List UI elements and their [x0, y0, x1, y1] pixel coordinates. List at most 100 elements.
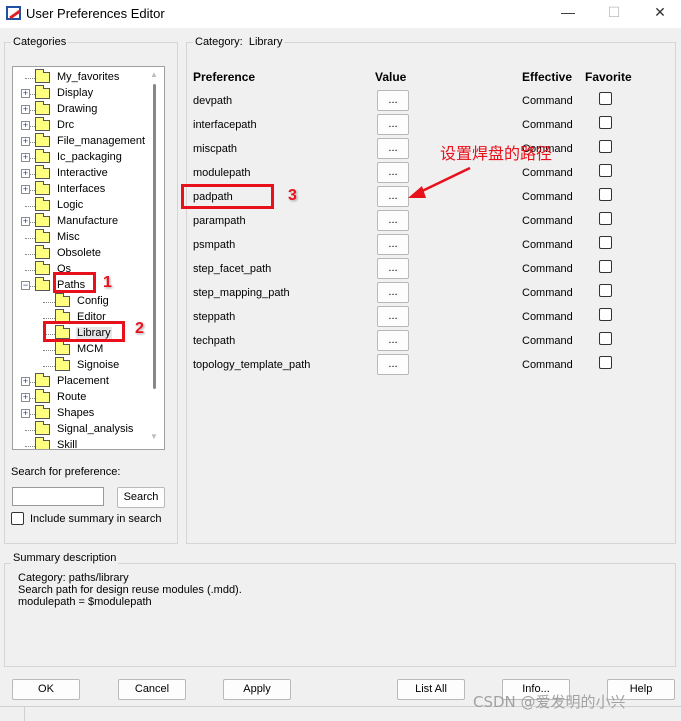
folder-icon	[35, 181, 50, 195]
tree-item-drc[interactable]: + Drc	[13, 117, 153, 134]
favorite-checkbox[interactable]	[599, 260, 612, 273]
value-browse-button[interactable]: ...	[377, 330, 409, 351]
tree-item-label: Ic_packaging	[57, 151, 122, 163]
maximize-button[interactable]: ☐	[599, 4, 629, 21]
header-effective: Effective	[522, 70, 573, 84]
value-browse-button[interactable]: ...	[377, 138, 409, 159]
tree-item-misc[interactable]: Misc	[13, 229, 153, 246]
folder-icon	[35, 133, 50, 147]
tree-item-my_favorites[interactable]: My_favorites	[13, 69, 153, 86]
expand-icon[interactable]: +	[21, 217, 30, 226]
expand-icon[interactable]: +	[21, 185, 30, 194]
expand-icon[interactable]: +	[21, 169, 30, 178]
value-browse-button[interactable]: ...	[377, 114, 409, 135]
favorite-checkbox[interactable]	[599, 164, 612, 177]
tree-item-mcm[interactable]: MCM	[13, 341, 153, 358]
preference-row: step_mapping_path... Command	[193, 282, 673, 309]
expand-icon[interactable]: +	[21, 121, 30, 130]
folder-icon	[35, 277, 50, 291]
watermark: CSDN @爱发明的小兴	[473, 693, 626, 711]
value-browse-button[interactable]: ...	[377, 306, 409, 327]
scrollbar-thumb[interactable]	[153, 84, 156, 389]
app-icon	[6, 6, 21, 20]
value-browse-button[interactable]: ...	[377, 234, 409, 255]
tree-item-drawing[interactable]: + Drawing	[13, 101, 153, 118]
favorite-checkbox[interactable]	[599, 308, 612, 321]
tree-item-label: Signal_analysis	[57, 423, 134, 435]
tree-item-skill[interactable]: Skill	[13, 437, 153, 449]
value-browse-button[interactable]: ...	[377, 282, 409, 303]
tree-item-manufacture[interactable]: + Manufacture	[13, 213, 153, 230]
annotation-number-2: 2	[135, 320, 144, 337]
tree-item-ic_packaging[interactable]: + Ic_packaging	[13, 149, 153, 166]
tree-item-label: Placement	[57, 375, 109, 387]
favorite-checkbox[interactable]	[599, 92, 612, 105]
folder-icon	[35, 373, 50, 387]
header-value: Value	[375, 70, 407, 84]
preference-name: steppath	[193, 311, 236, 323]
annotation-number-3: 3	[288, 187, 297, 204]
folder-icon	[35, 229, 50, 243]
window-title: User Preferences Editor	[26, 6, 165, 21]
apply-button[interactable]: Apply	[223, 679, 291, 700]
cancel-button[interactable]: Cancel	[118, 679, 186, 700]
tree-item-placement[interactable]: + Placement	[13, 373, 153, 390]
expand-icon[interactable]: +	[21, 137, 30, 146]
expand-icon[interactable]: +	[21, 393, 30, 402]
tree-item-shapes[interactable]: + Shapes	[13, 405, 153, 422]
expand-icon[interactable]: +	[21, 105, 30, 114]
tree-item-label: Config	[77, 295, 109, 307]
tree-item-label: Signoise	[77, 359, 120, 371]
tree-item-label: Interfaces	[57, 183, 106, 195]
tree-item-signoise[interactable]: Signoise	[13, 357, 153, 374]
folder-icon	[35, 101, 50, 115]
preference-row: techpath... Command	[193, 330, 673, 357]
tree-item-signal_analysis[interactable]: Signal_analysis	[13, 421, 153, 438]
favorite-checkbox[interactable]	[599, 116, 612, 129]
favorite-checkbox[interactable]	[599, 140, 612, 153]
tree-item-display[interactable]: + Display	[13, 85, 153, 102]
tree-item-label: Misc	[57, 231, 80, 243]
preference-name: devpath	[193, 95, 233, 107]
category-tree[interactable]: My_favorites + Display + Drawing + Drc + File_ma…	[12, 66, 165, 450]
close-button[interactable]: ✕	[645, 4, 675, 21]
collapse-icon[interactable]: −	[21, 281, 30, 290]
value-browse-button[interactable]: ...	[377, 210, 409, 231]
ok-button[interactable]: OK	[12, 679, 80, 700]
tree-item-label: Interactive	[57, 167, 108, 179]
favorite-checkbox[interactable]	[599, 356, 612, 369]
value-browse-button[interactable]: ...	[377, 90, 409, 111]
summary-line: modulepath = $modulepath	[18, 596, 152, 608]
value-browse-button[interactable]: ...	[377, 354, 409, 375]
search-button[interactable]: Search	[117, 487, 165, 508]
preference-name: techpath	[193, 335, 236, 347]
favorite-checkbox[interactable]	[599, 236, 612, 249]
tree-item-interactive[interactable]: + Interactive	[13, 165, 153, 182]
expand-icon[interactable]: +	[21, 153, 30, 162]
tree-item-route[interactable]: + Route	[13, 389, 153, 406]
preference-name: parampath	[193, 215, 246, 227]
list-all-button[interactable]: List All	[397, 679, 465, 700]
favorite-checkbox[interactable]	[599, 212, 612, 225]
tree-scrollbar[interactable]: ▲ ▼	[146, 66, 164, 450]
tree-item-label: Shapes	[57, 407, 95, 419]
tree-item-file_management[interactable]: + File_management	[13, 133, 153, 150]
folder-icon	[35, 197, 50, 211]
include-summary-label: Include summary in search	[30, 513, 162, 525]
expand-icon[interactable]: +	[21, 377, 30, 386]
expand-icon[interactable]: +	[21, 89, 30, 98]
include-summary-checkbox[interactable]	[11, 512, 24, 525]
value-browse-button[interactable]: ...	[377, 258, 409, 279]
search-input[interactable]	[12, 487, 104, 506]
tree-item-obsolete[interactable]: Obsolete	[13, 245, 153, 262]
tree-item-label: Manufacture	[57, 215, 119, 227]
tree-item-logic[interactable]: Logic	[13, 197, 153, 214]
favorite-checkbox[interactable]	[599, 332, 612, 345]
minimize-button[interactable]: —	[553, 4, 583, 20]
tree-item-config[interactable]: Config	[13, 293, 153, 310]
tree-item-interfaces[interactable]: + Interfaces	[13, 181, 153, 198]
favorite-checkbox[interactable]	[599, 188, 612, 201]
favorite-checkbox[interactable]	[599, 284, 612, 297]
folder-icon	[35, 213, 50, 227]
expand-icon[interactable]: +	[21, 409, 30, 418]
